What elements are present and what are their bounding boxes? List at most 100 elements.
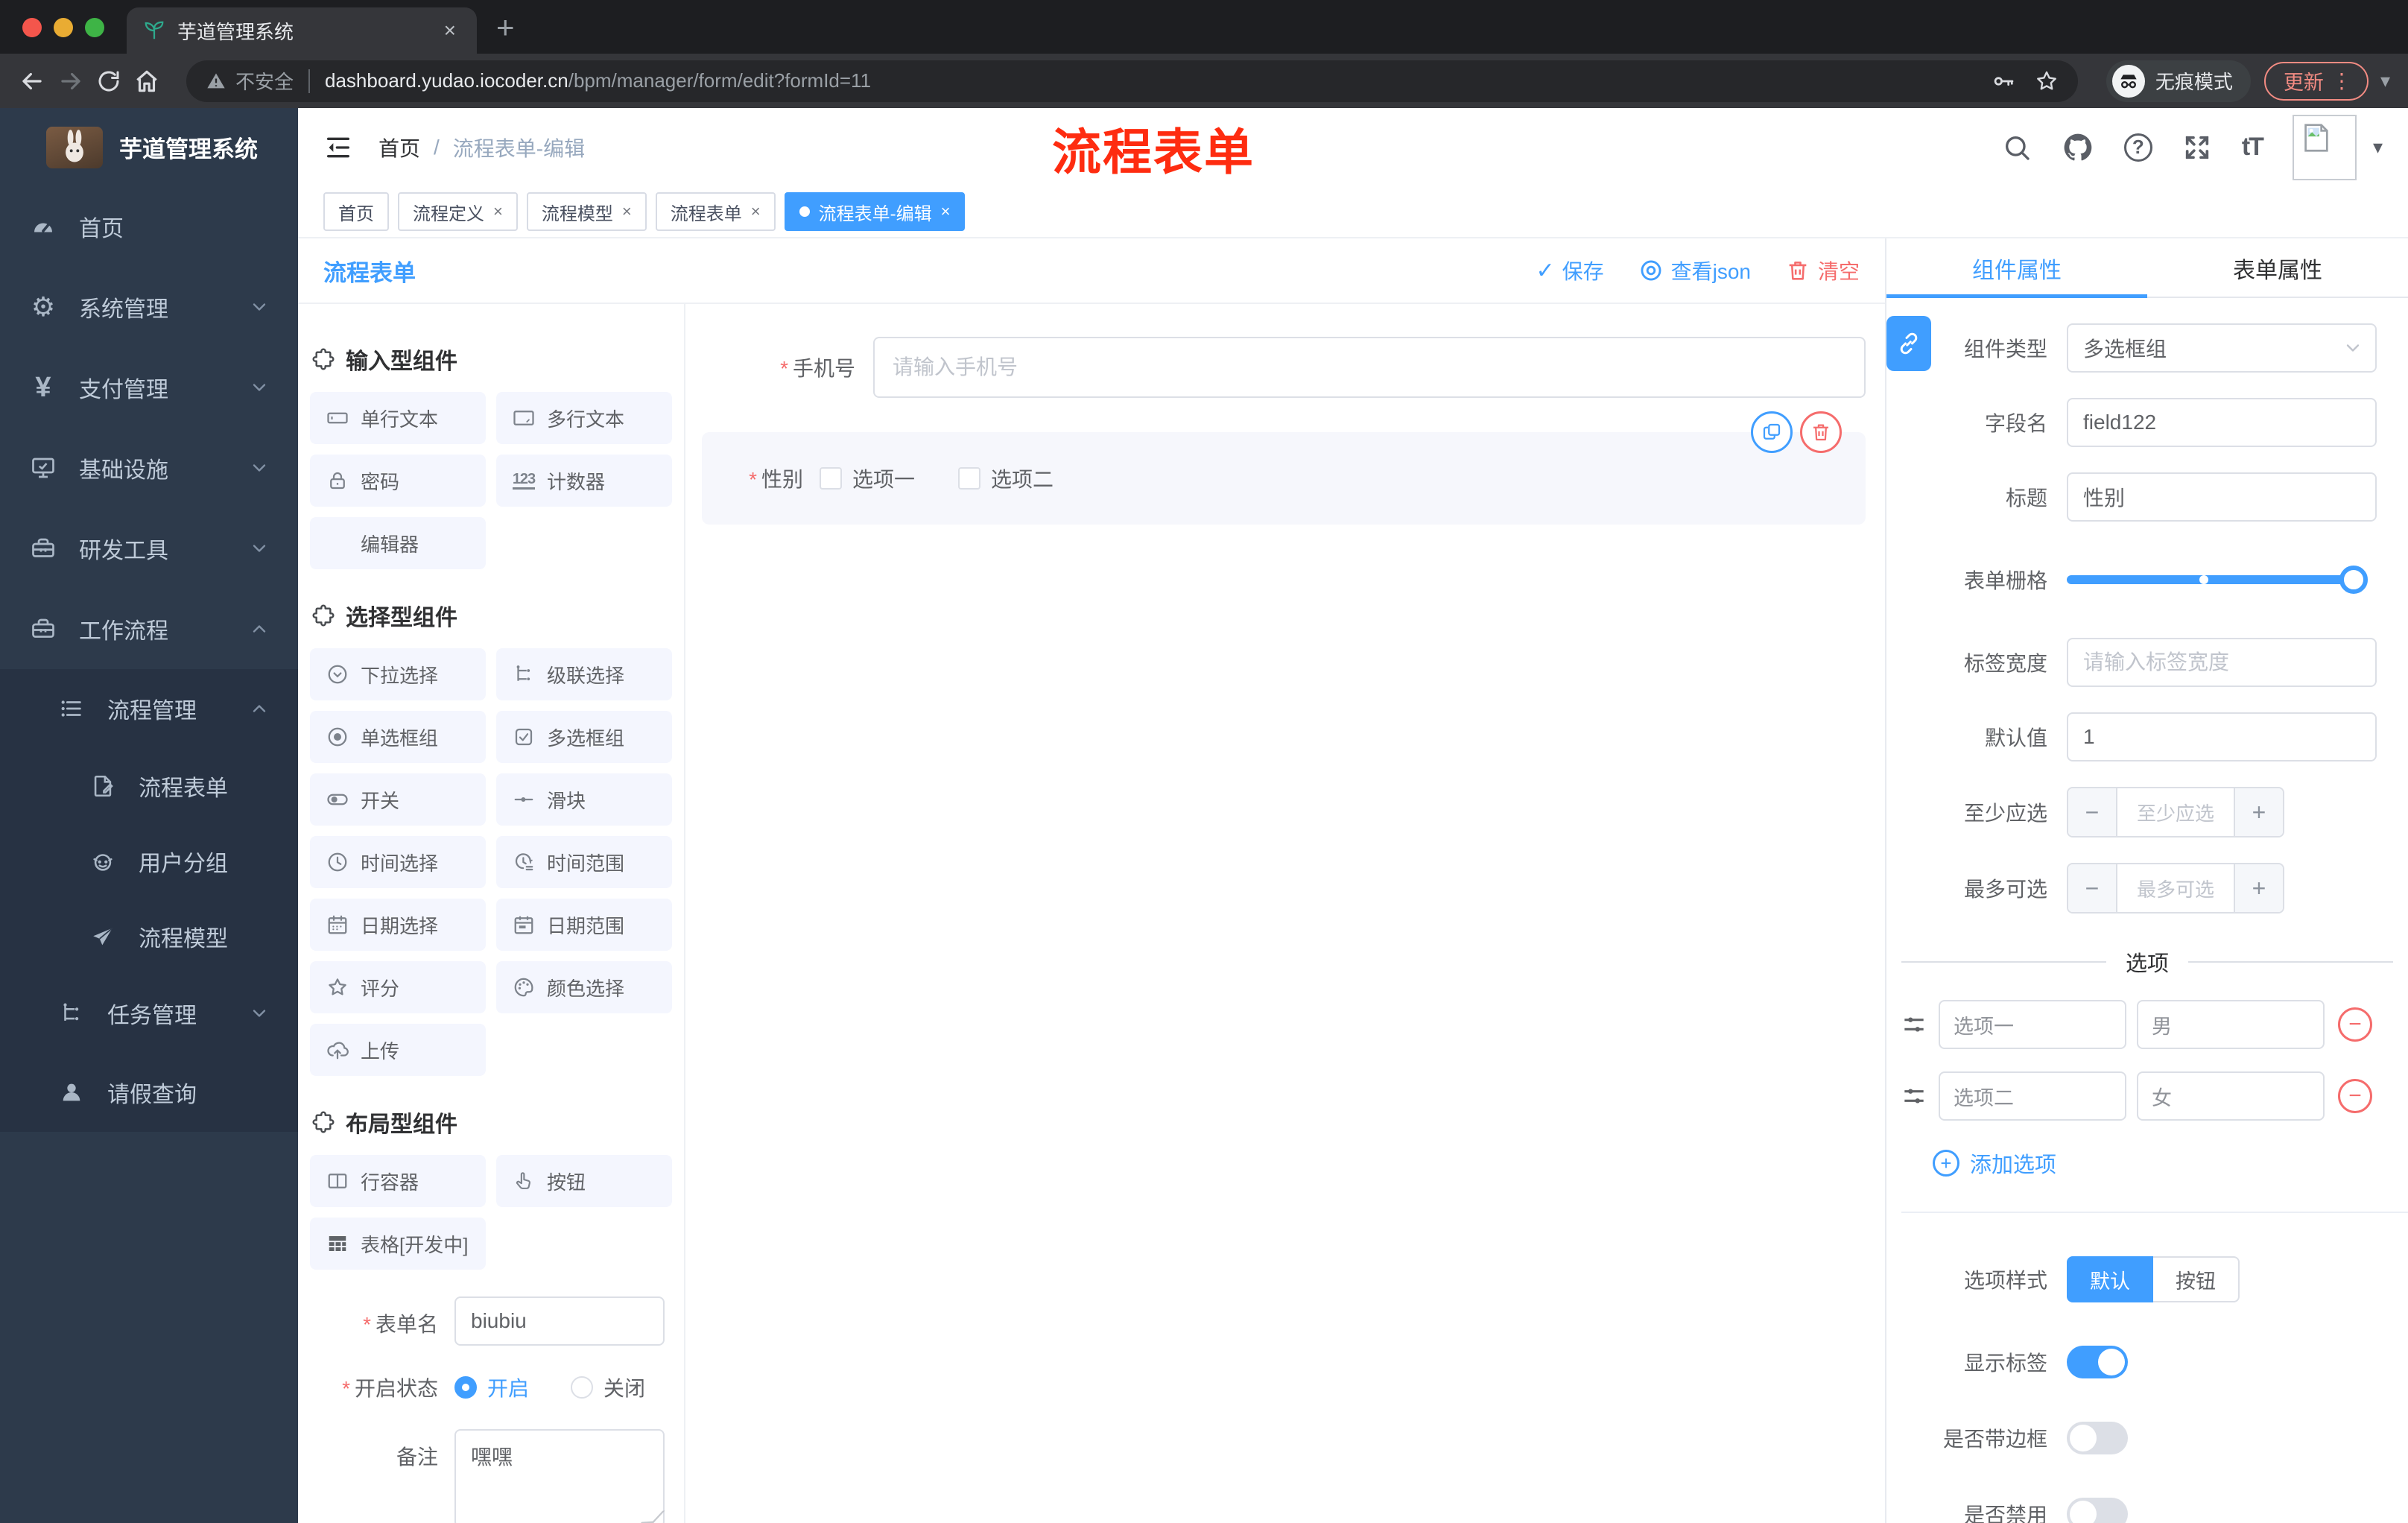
palette-item-slider[interactable]: 滑块 (496, 773, 672, 826)
view-json-button[interactable]: 查看json (1638, 256, 1751, 285)
remove-option-button[interactable]: − (2338, 1007, 2372, 1042)
tag-process-form[interactable]: 流程表单 × (655, 192, 776, 231)
address-bar[interactable]: 不安全 dashboard.yudao.iocoder.cn/bpm/manag… (186, 60, 2078, 102)
sidebar-item-workflow[interactable]: 工作流程 (0, 589, 298, 669)
status-off-radio[interactable]: 关闭 (571, 1372, 645, 1402)
tag-home[interactable]: 首页 (323, 192, 389, 231)
field-name-input[interactable] (2067, 398, 2377, 447)
gender-option-2[interactable]: 选项二 (958, 463, 1054, 493)
drag-handle-icon[interactable] (1900, 1082, 1928, 1110)
palette-item-time-picker[interactable]: 时间选择 (310, 836, 486, 888)
palette-item-multi-text[interactable]: 多行文本 (496, 392, 672, 444)
forward-icon[interactable] (57, 67, 85, 95)
link-icon[interactable] (1886, 316, 1931, 371)
sidebar-item-process-manage[interactable]: 流程管理 (0, 669, 298, 748)
save-button[interactable]: ✓ 保存 (1536, 256, 1603, 285)
duplicate-component-button[interactable] (1751, 411, 1793, 453)
github-icon[interactable] (2062, 131, 2094, 164)
palette-item-date-picker[interactable]: 日期选择 (310, 899, 486, 951)
palette-item-password[interactable]: 密码 (310, 455, 486, 507)
show-label-toggle[interactable] (2067, 1346, 2128, 1378)
sidebar-item-process-model[interactable]: 流程模型 (0, 899, 298, 974)
status-on-radio[interactable]: 开启 (454, 1372, 529, 1402)
decrement-button[interactable]: − (2068, 788, 2116, 836)
bookmark-star-icon[interactable] (2035, 69, 2059, 93)
canvas-field-phone[interactable]: * 手机号 (702, 337, 1866, 398)
form-remark-textarea[interactable]: 嘿嘿 (454, 1429, 665, 1523)
update-browser-button[interactable]: 更新 ⋮ (2263, 61, 2369, 101)
sidebar-item-user-group[interactable]: 用户分组 (0, 823, 298, 899)
palette-item-select[interactable]: 下拉选择 (310, 648, 486, 700)
style-button-button[interactable]: 按钮 (2153, 1256, 2240, 1302)
disabled-toggle[interactable] (2067, 1498, 2128, 1523)
back-icon[interactable] (18, 67, 46, 95)
with-border-toggle[interactable] (2067, 1422, 2128, 1454)
sidebar-item-process-form[interactable]: 流程表单 (0, 748, 298, 823)
palette-item-editor[interactable]: 编辑器 (310, 517, 486, 569)
style-default-button[interactable]: 默认 (2067, 1256, 2153, 1302)
gender-option-1[interactable]: 选项一 (820, 463, 915, 493)
sidebar-item-payment[interactable]: ¥ 支付管理 (0, 347, 298, 428)
label-width-input[interactable] (2067, 638, 2377, 687)
browser-menu-icon[interactable]: ⋮ (2324, 69, 2360, 93)
sidebar-item-home[interactable]: 首页 (0, 186, 298, 267)
palette-item-row-container[interactable]: 行容器 (310, 1155, 486, 1207)
close-tab-icon[interactable]: × (440, 19, 460, 42)
sidebar-item-task-manage[interactable]: 任务管理 (0, 974, 298, 1053)
palette-item-time-range[interactable]: 时间范围 (496, 836, 672, 888)
remove-option-button[interactable]: − (2338, 1079, 2372, 1113)
tag-process-model[interactable]: 流程模型 × (526, 192, 647, 231)
close-window-button[interactable] (22, 18, 42, 37)
avatar-caret-icon[interactable]: ▾ (2373, 136, 2383, 159)
option-value-input[interactable] (2137, 1000, 2325, 1049)
tag-process-definition[interactable]: 流程定义 × (398, 192, 518, 231)
palette-item-switch[interactable]: 开关 (310, 773, 486, 826)
palette-item-checkbox-group[interactable]: 多选框组 (496, 711, 672, 763)
checkbox-unchecked-icon[interactable] (820, 467, 842, 490)
title-input[interactable] (2067, 472, 2377, 522)
slider-handle[interactable] (2339, 566, 2368, 594)
phone-input[interactable] (873, 337, 1866, 398)
palette-item-counter[interactable]: 123 计数器 (496, 455, 672, 507)
tab-component-props[interactable]: 组件属性 (1886, 238, 2147, 298)
palette-item-single-text[interactable]: 单行文本 (310, 392, 486, 444)
increment-button[interactable]: + (2235, 864, 2283, 912)
new-tab-button[interactable]: + (496, 12, 515, 43)
max-select-value[interactable]: 最多可选 (2116, 864, 2235, 912)
avatar[interactable] (2292, 114, 2357, 180)
search-icon[interactable] (2002, 133, 2032, 162)
option-label-input[interactable] (1939, 1000, 2126, 1049)
palette-item-date-range[interactable]: 日期范围 (496, 899, 672, 951)
close-icon[interactable]: × (622, 202, 632, 221)
home-icon[interactable] (133, 67, 161, 95)
reload-icon[interactable] (95, 68, 122, 95)
grid-slider[interactable] (2067, 566, 2368, 594)
sidebar-item-system[interactable]: ⚙ 系统管理 (0, 267, 298, 347)
palette-item-radio-group[interactable]: 单选框组 (310, 711, 486, 763)
palette-item-button[interactable]: 按钮 (496, 1155, 672, 1207)
checkbox-unchecked-icon[interactable] (958, 467, 981, 490)
close-icon[interactable]: × (751, 202, 761, 221)
palette-item-rate[interactable]: 评分 (310, 961, 486, 1013)
component-type-select[interactable] (2067, 323, 2377, 373)
form-name-input[interactable] (454, 1296, 665, 1346)
tab-form-props[interactable]: 表单属性 (2147, 238, 2408, 298)
browser-tab[interactable]: 芋道管理系统 × (127, 7, 477, 54)
default-value-input[interactable] (2067, 712, 2377, 762)
palette-item-upload[interactable]: 上传 (310, 1024, 486, 1076)
delete-component-button[interactable] (1800, 411, 1842, 453)
tag-process-form-edit-active[interactable]: 流程表单-编辑 × (784, 192, 966, 231)
min-select-value[interactable]: 至少应选 (2116, 788, 2235, 836)
sidebar-item-devtools[interactable]: 研发工具 (0, 508, 298, 589)
increment-button[interactable]: + (2235, 788, 2283, 836)
help-icon[interactable]: ? (2123, 133, 2152, 162)
key-icon[interactable] (1992, 69, 2015, 93)
maximize-window-button[interactable] (85, 18, 104, 37)
collapse-sidebar-icon[interactable] (323, 133, 353, 162)
breadcrumb-home[interactable]: 首页 (378, 133, 420, 162)
option-value-input[interactable] (2137, 1071, 2325, 1121)
form-canvas[interactable]: *手机号 *性别 选项一 选项二 (685, 304, 1885, 1523)
add-option-button[interactable]: + 添加选项 (1933, 1147, 2408, 1179)
drag-handle-icon[interactable] (1900, 1010, 1928, 1039)
minimize-window-button[interactable] (54, 18, 73, 37)
